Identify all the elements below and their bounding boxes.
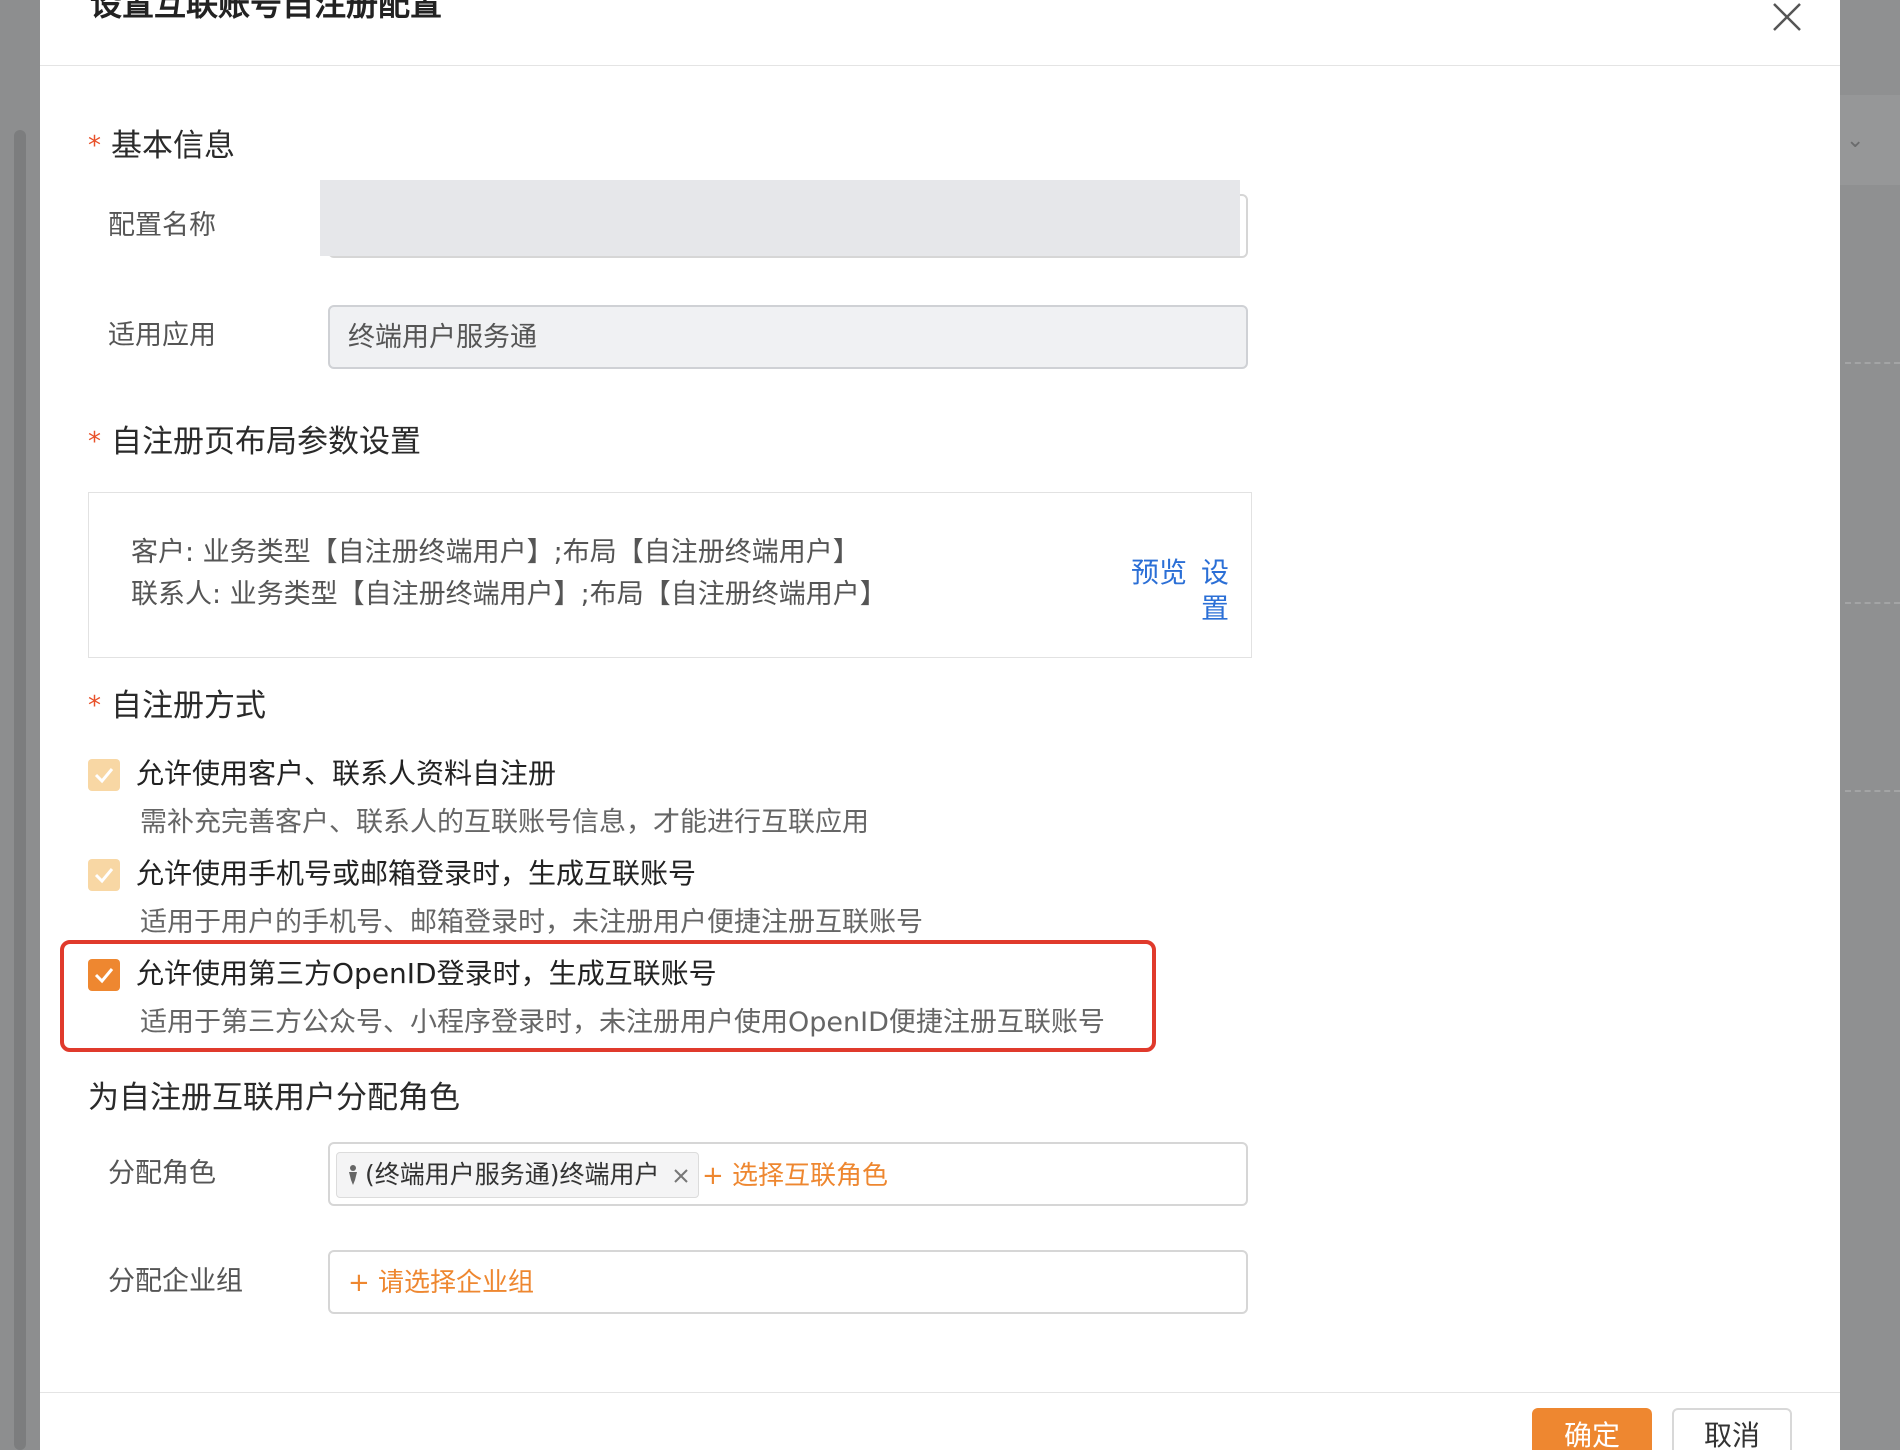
group-label: 分配企业组 xyxy=(108,1266,243,1297)
add-group-link[interactable]: + 请选择企业组 xyxy=(348,1265,534,1301)
app-input: 终端用户服务通 xyxy=(328,305,1248,369)
backdrop-left xyxy=(0,0,40,1450)
cancel-button[interactable]: 取消 xyxy=(1672,1408,1792,1450)
dialog-header: 设置互联账号自注册配置 xyxy=(40,0,1840,66)
role-select[interactable]: (终端用户服务通)终端用户 + 选择互联角色 xyxy=(328,1142,1248,1206)
check-icon xyxy=(94,768,114,784)
checkbox-disabled xyxy=(88,859,120,891)
section-title-role-assign: 为自注册互联用户分配角色 xyxy=(88,1080,460,1116)
role-tag: (终端用户服务通)终端用户 xyxy=(336,1152,699,1198)
option-label: 允许使用客户、联系人资料自注册 xyxy=(136,757,557,790)
section-title-basic-info: * 基本信息 xyxy=(88,128,235,164)
user-pin-icon xyxy=(349,1165,357,1185)
role-label: 分配角色 xyxy=(108,1158,216,1189)
remove-tag-icon[interactable] xyxy=(672,1167,690,1185)
section-title-register-methods: * 自注册方式 xyxy=(88,688,266,724)
checkbox-disabled xyxy=(88,759,120,791)
option-desc: 适用于第三方公众号、小程序登录时，未注册用户使用OpenID便捷注册互联账号 xyxy=(140,1007,1105,1038)
preview-link[interactable]: 预览 xyxy=(1131,555,1187,591)
backdrop-divider xyxy=(1845,602,1900,604)
config-name-label: 配置名称 xyxy=(108,210,216,241)
backdrop-divider xyxy=(1845,790,1900,792)
role-tag-text: (终端用户服务通)终端用户 xyxy=(365,1160,660,1189)
add-role-link[interactable]: + 选择互联角色 xyxy=(702,1158,888,1194)
option-label: 允许使用手机号或邮箱登录时，生成互联账号 xyxy=(136,857,697,890)
option-desc: 需补充完善客户、联系人的互联账号信息，才能进行互联应用 xyxy=(140,807,869,838)
option-label[interactable]: 允许使用第三方OpenID登录时，生成互联账号 xyxy=(136,955,717,993)
layout-contact-line: 联系人: 业务类型【自注册终端用户】;布局【自注册终端用户】 xyxy=(131,579,887,610)
check-icon xyxy=(94,868,114,884)
layout-customer-line: 客户: 业务类型【自注册终端用户】;布局【自注册终端用户】 xyxy=(131,537,860,568)
app-label: 适用应用 xyxy=(108,320,216,351)
close-icon[interactable] xyxy=(1770,0,1804,34)
confirm-button[interactable]: 确定 xyxy=(1532,1408,1652,1450)
backdrop-right: ⌄ xyxy=(1840,0,1900,1450)
group-select[interactable]: + 请选择企业组 xyxy=(328,1250,1248,1314)
required-mark: * xyxy=(88,427,101,457)
dialog-title: 设置互联账号自注册配置 xyxy=(90,0,443,23)
app-value: 终端用户服务通 xyxy=(348,322,537,353)
required-mark: * xyxy=(88,131,101,161)
option-desc: 适用于用户的手机号、邮箱登录时，未注册用户便捷注册互联账号 xyxy=(140,907,923,938)
check-icon xyxy=(94,968,114,984)
register-config-dialog: 设置互联账号自注册配置 * 基本信息 配置名称 适用应用 终端用户服务通 * 自注册… xyxy=(40,0,1840,1450)
backdrop-divider xyxy=(1845,362,1900,364)
section-title-layout: * 自注册页布局参数设置 xyxy=(88,424,421,460)
required-mark: * xyxy=(88,691,101,721)
layout-summary-box: 客户: 业务类型【自注册终端用户】;布局【自注册终端用户】 联系人: 业务类型【… xyxy=(88,492,1252,658)
redacted-area xyxy=(320,180,1240,256)
checkbox-openid[interactable] xyxy=(88,959,120,991)
backdrop-scrollbar xyxy=(14,130,26,1450)
settings-link[interactable]: 设置 xyxy=(1201,555,1251,627)
backdrop-glyph: ⌄ xyxy=(1846,128,1865,153)
